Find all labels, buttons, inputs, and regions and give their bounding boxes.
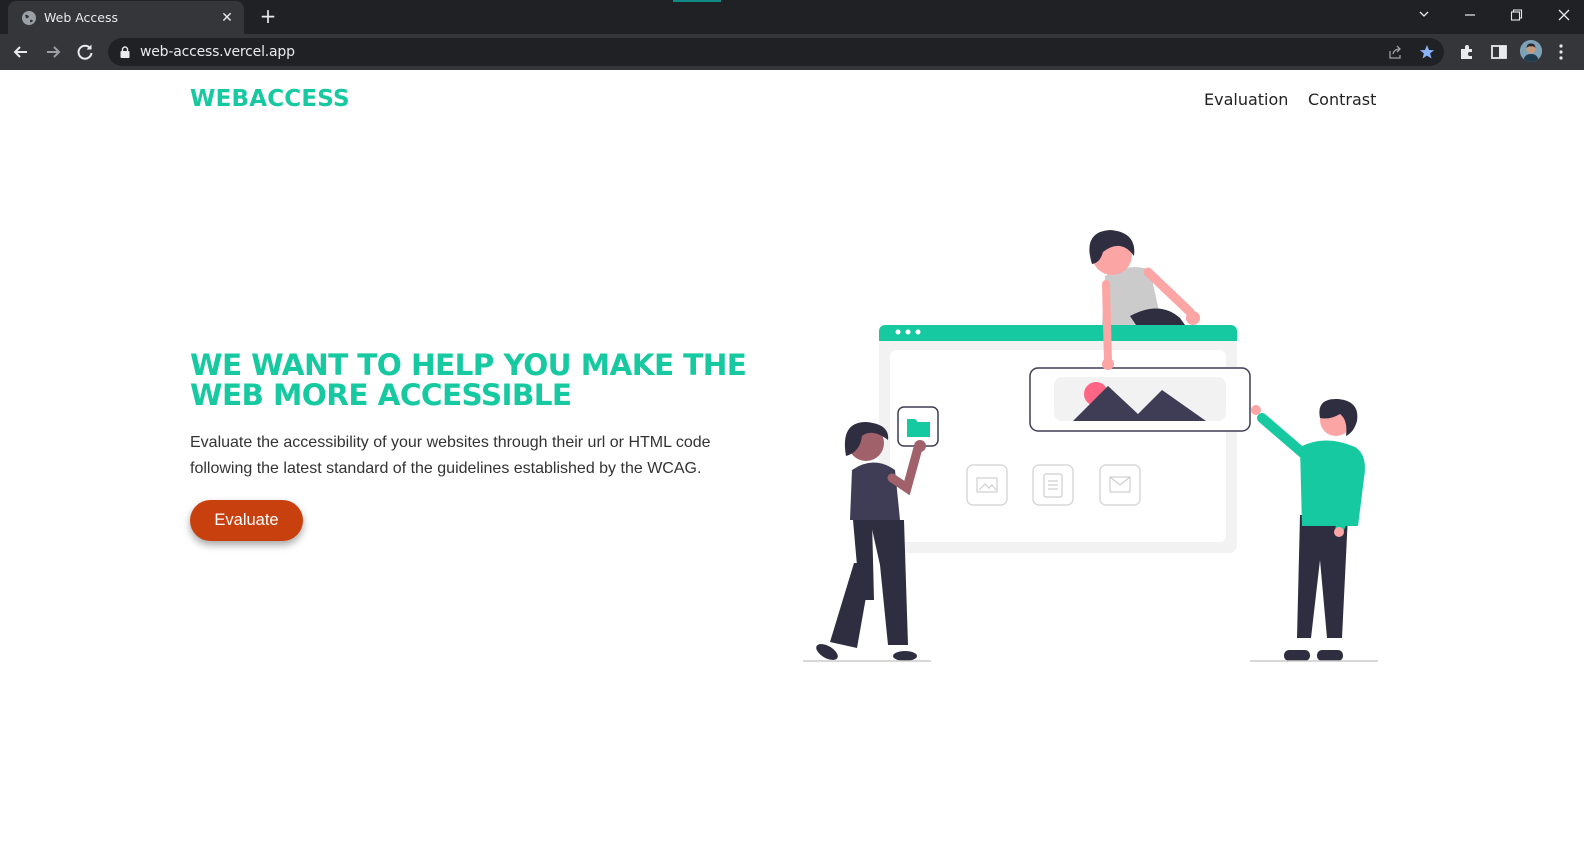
tab-search-icon[interactable] — [1412, 5, 1436, 25]
nav-link-contrast[interactable]: Contrast — [1308, 90, 1376, 109]
profile-avatar-image — [1520, 40, 1542, 62]
close-window-icon[interactable] — [1552, 5, 1576, 25]
folder-icon — [897, 406, 939, 447]
bookmark-star-icon[interactable] — [1419, 44, 1435, 60]
reload-icon[interactable] — [74, 41, 96, 63]
evaluate-button[interactable]: Evaluate — [190, 500, 303, 541]
mail-placeholder-icon — [1099, 464, 1141, 506]
image-placeholder-icon — [966, 464, 1008, 506]
browser-toolbar: web-access.vercel.app — [0, 34, 1584, 70]
back-arrow-icon[interactable] — [10, 41, 32, 63]
more-menu-icon[interactable] — [1558, 42, 1564, 62]
browser-tab[interactable]: Web Access ✕ — [8, 1, 244, 34]
globe-icon — [22, 11, 36, 25]
side-panel-icon[interactable] — [1490, 43, 1508, 61]
document-placeholder-icon — [1032, 464, 1074, 506]
man-right-figure — [1250, 398, 1378, 662]
tab-indicator — [673, 0, 721, 2]
hero-description: Evaluate the accessibility of your websi… — [190, 434, 711, 477]
hero-illustration — [803, 230, 1378, 662]
share-icon[interactable] — [1387, 44, 1403, 60]
url-text: web-access.vercel.app — [140, 44, 295, 60]
lock-icon[interactable] — [120, 46, 130, 58]
site-logo[interactable]: WEBACCESS — [190, 86, 350, 112]
restore-icon[interactable] — [1504, 5, 1528, 25]
address-bar[interactable]: web-access.vercel.app — [108, 38, 1444, 66]
nav-link-evaluation[interactable]: Evaluation — [1204, 90, 1288, 109]
hero-title: WE WANT TO HELP YOU MAKE THE WEB MORE AC… — [190, 348, 747, 412]
image-card-graphic — [1029, 367, 1251, 432]
new-tab-icon[interactable]: + — [258, 6, 278, 26]
minimize-icon[interactable] — [1458, 5, 1482, 25]
profile-avatar[interactable] — [1520, 40, 1542, 62]
browser-tab-strip: Web Access ✕ + — [0, 0, 1584, 34]
forward-arrow-icon[interactable] — [42, 41, 64, 63]
extensions-puzzle-icon[interactable] — [1458, 43, 1476, 61]
tab-close-icon[interactable]: ✕ — [218, 8, 236, 26]
tab-title: Web Access — [44, 10, 119, 25]
